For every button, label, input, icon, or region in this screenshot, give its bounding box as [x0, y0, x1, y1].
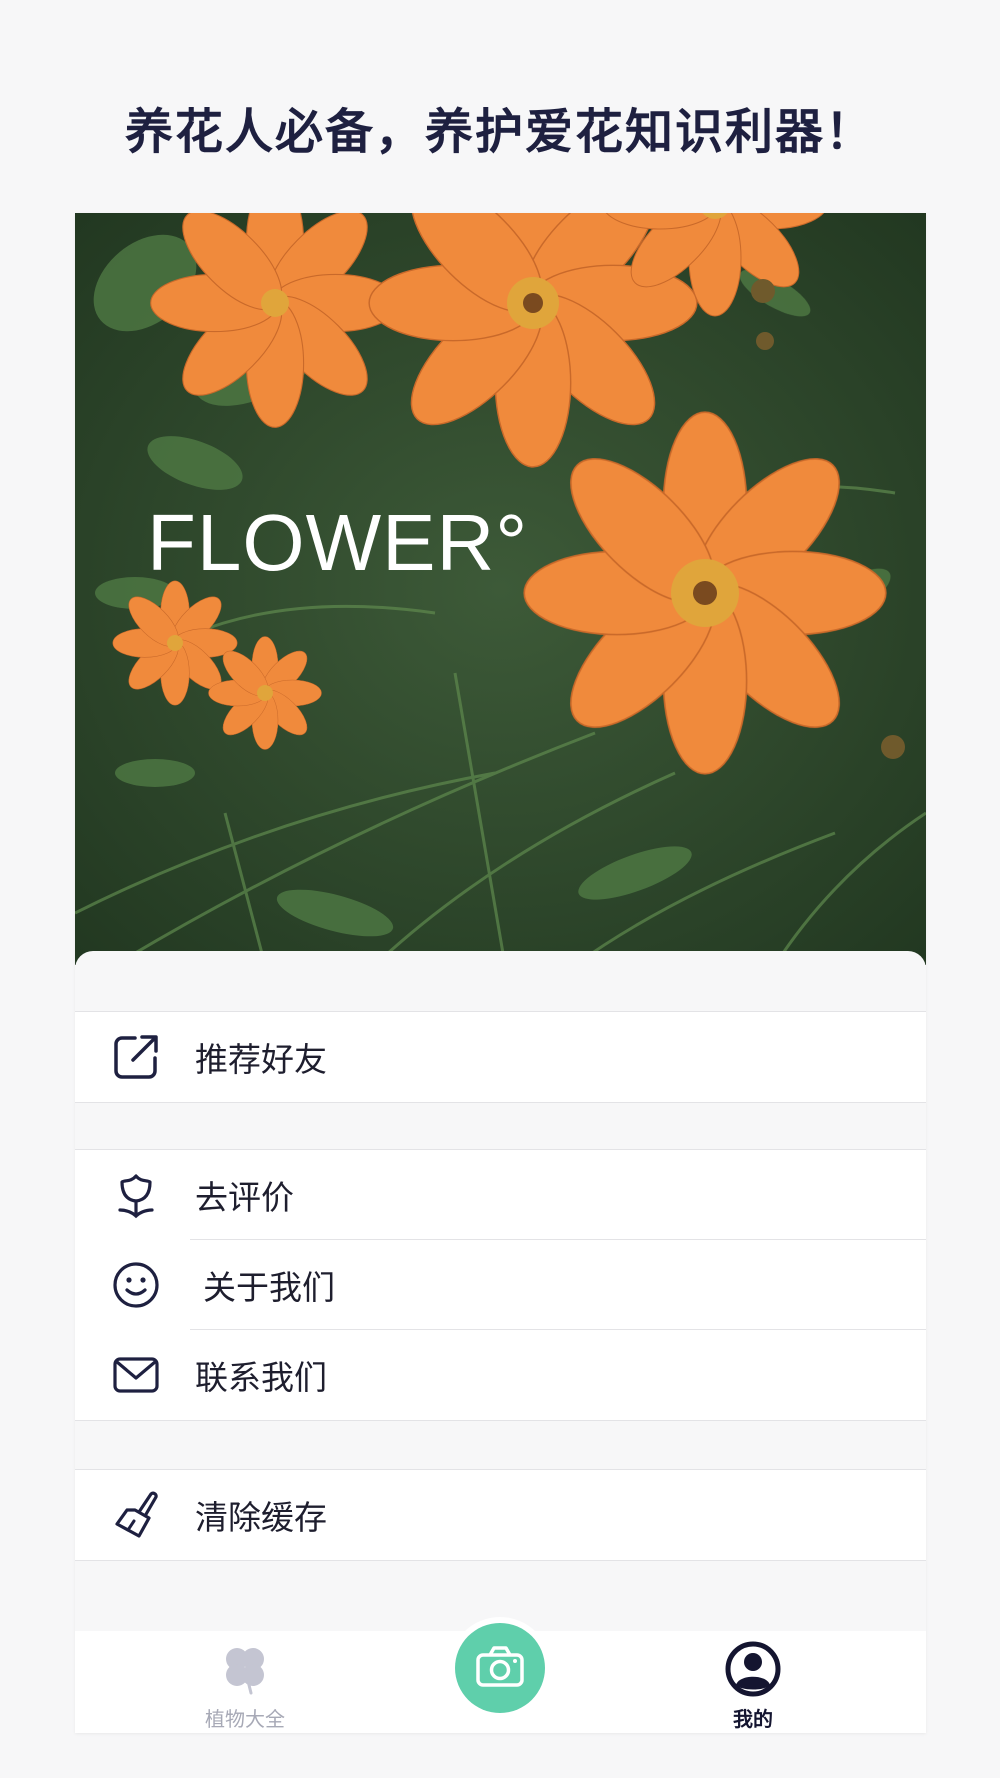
menu-group-share: 推荐好友 [75, 1011, 926, 1103]
hero-banner: FLOWER° [75, 213, 926, 965]
share-icon [114, 1035, 158, 1079]
menu-item-contact[interactable]: 联系我们 [75, 1330, 926, 1420]
clover-icon [226, 1648, 264, 1695]
menu-item-rate[interactable]: 去评价 [75, 1150, 926, 1240]
tulip-icon [118, 1174, 154, 1219]
menu-label-rate: 去评价 [195, 1178, 294, 1217]
menu-label-contact: 联系我们 [195, 1358, 327, 1397]
phone-screen: FLOWER° 推荐好友 去评价 关于我们 联系我们 清除缓存 植物大全 我的 [75, 213, 926, 1733]
camera-icon [476, 1646, 524, 1687]
smile-icon [113, 1262, 159, 1308]
user-icon [725, 1641, 781, 1697]
settings-sheet: 推荐好友 去评价 关于我们 联系我们 清除缓存 [75, 951, 926, 1631]
flower-wordmark: FLOWER° [147, 498, 529, 587]
flower-photo [75, 213, 926, 965]
menu-label-about: 关于我们 [203, 1268, 335, 1307]
broom-icon [115, 1491, 158, 1538]
menu-label-recommend: 推荐好友 [195, 1040, 327, 1079]
tab-mine[interactable]: 我的 [653, 1631, 853, 1733]
camera-button[interactable] [455, 1623, 545, 1713]
menu-item-recommend[interactable]: 推荐好友 [75, 1012, 926, 1102]
menu-group-cache: 清除缓存 [75, 1469, 926, 1561]
mail-icon [113, 1357, 159, 1393]
menu-label-clear-cache: 清除缓存 [195, 1498, 327, 1537]
tab-plants[interactable]: 植物大全 [145, 1631, 345, 1733]
tab-label-plants: 植物大全 [205, 1707, 285, 1731]
menu-item-about[interactable]: 关于我们 [75, 1240, 926, 1330]
tab-label-mine: 我的 [733, 1707, 773, 1731]
menu-item-clear-cache[interactable]: 清除缓存 [75, 1470, 926, 1560]
page-headline: 养花人必备，养护爱花知识利器！ [124, 104, 875, 160]
bottom-tab-bar: 植物大全 我的 [75, 1623, 926, 1733]
menu-group-about: 去评价 关于我们 联系我们 [75, 1149, 926, 1421]
